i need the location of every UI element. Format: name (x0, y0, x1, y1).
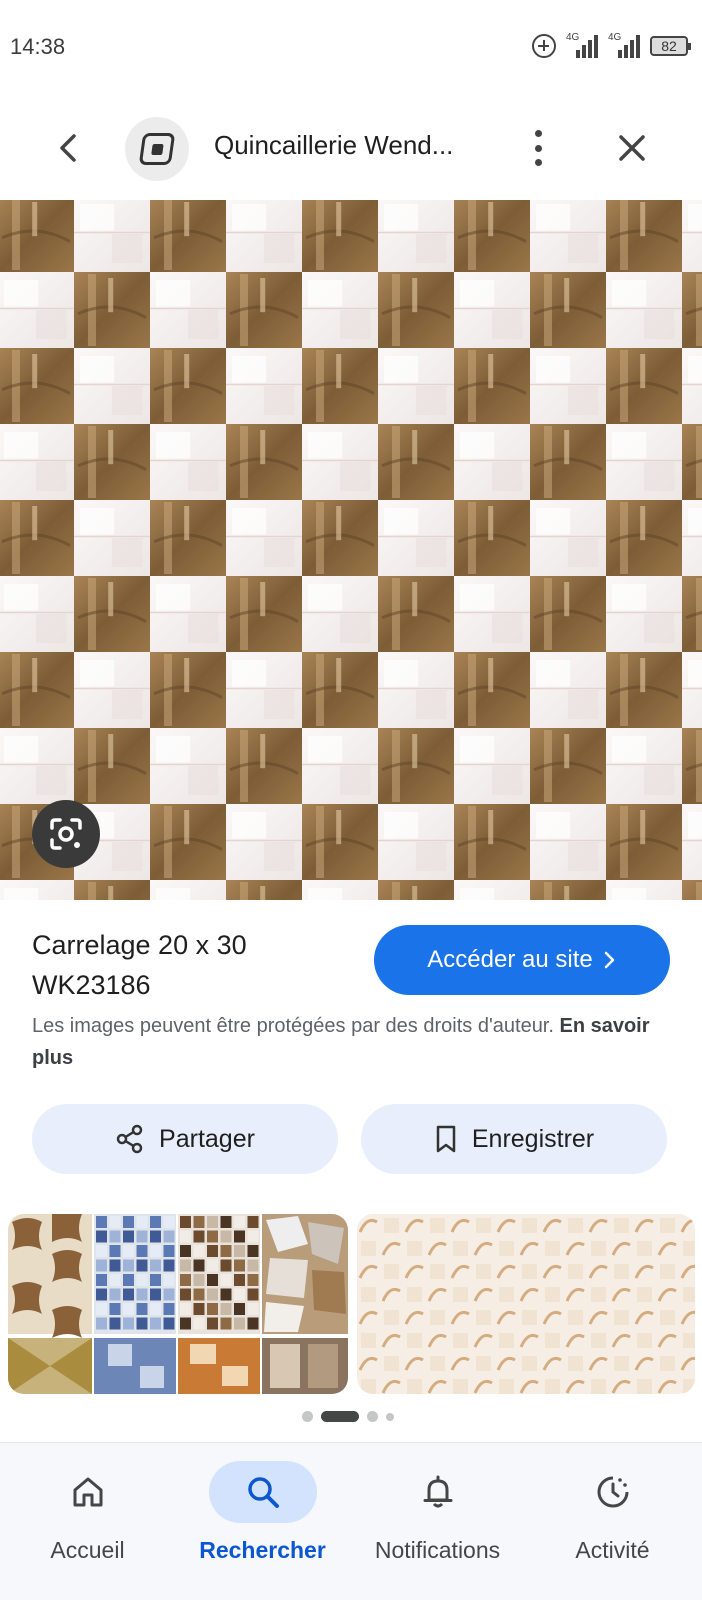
copyright-text: Les images peuvent être protégées par de… (32, 1015, 560, 1037)
signal-icon: 4G (608, 32, 640, 58)
nav-label: Notifications (374, 1537, 501, 1563)
save-label: Enregistrer (471, 1124, 595, 1153)
nav-label: Accueil (50, 1537, 125, 1563)
search-icon (208, 1461, 317, 1523)
visit-site-label: Accéder au site (427, 946, 593, 973)
result-title: Carrelage 20 x 30 WK23186 (32, 930, 247, 1000)
close-button[interactable] (612, 128, 652, 168)
signal-label: 4G (566, 32, 580, 43)
nav-label: Rechercher (199, 1537, 326, 1563)
tile-pattern-image (357, 1214, 695, 1394)
tile-pattern-image (0, 200, 702, 900)
battery-icon: 82 (650, 36, 691, 56)
site-logo-icon (138, 133, 176, 165)
signal-label: 4G (608, 32, 622, 43)
data-saver-icon (532, 34, 556, 58)
chevron-right-icon (604, 951, 614, 969)
share-icon (116, 1124, 143, 1154)
carousel-dot (302, 1411, 313, 1422)
status-bar: 14:38 4G 4G 82 (0, 0, 702, 96)
nav-item-activity[interactable]: Activité (525, 1443, 700, 1600)
site-title: Quincaillerie Wend... (214, 130, 454, 160)
bottom-navigation: Accueil Rechercher Notifications Activit… (0, 1442, 702, 1600)
visit-site-button[interactable]: Accéder au site (374, 925, 670, 995)
close-icon (619, 135, 645, 161)
chevron-left-icon (60, 134, 76, 162)
tile-collage-image (8, 1214, 348, 1394)
status-icons: 4G 4G 82 (532, 32, 691, 58)
save-button[interactable]: Enregistrer (361, 1104, 667, 1174)
lens-icon (50, 818, 82, 850)
copyright-notice: Les images peuvent être protégées par de… (32, 1010, 682, 1074)
result-image[interactable] (0, 200, 702, 900)
home-icon (34, 1461, 142, 1523)
google-lens-button[interactable] (32, 800, 100, 868)
related-image[interactable] (8, 1214, 348, 1394)
nav-item-search[interactable]: Rechercher (175, 1443, 350, 1600)
carousel-dot (386, 1412, 394, 1421)
activity-icon (559, 1461, 667, 1523)
carousel-dot (367, 1411, 378, 1422)
more-vertical-icon (534, 130, 542, 137)
share-label: Partager (159, 1124, 255, 1153)
carousel-indicator (302, 1411, 394, 1422)
bookmark-icon (436, 1125, 456, 1153)
status-time: 14:38 (10, 34, 66, 59)
nav-label: Activité (575, 1537, 650, 1563)
app-bar: Quincaillerie Wend... (0, 110, 702, 186)
signal-icon: 4G (566, 32, 598, 58)
related-image[interactable] (357, 1214, 695, 1394)
carousel-dot-active (321, 1411, 359, 1422)
site-logo[interactable] (125, 117, 189, 181)
back-button[interactable] (48, 128, 88, 168)
share-button[interactable]: Partager (32, 1104, 338, 1174)
nav-item-home[interactable]: Accueil (0, 1443, 175, 1600)
bell-icon (384, 1461, 492, 1523)
more-options-button[interactable] (520, 126, 556, 170)
nav-item-notifications[interactable]: Notifications (350, 1443, 525, 1600)
